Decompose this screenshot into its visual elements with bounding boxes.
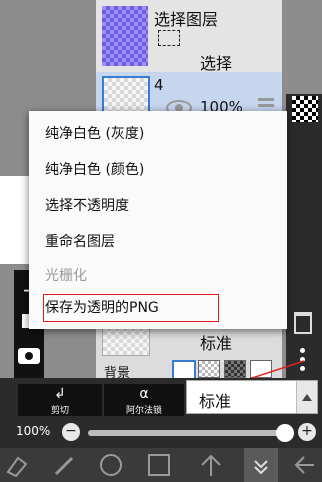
clip-arrow-icon: ↲ [54,386,66,402]
select-button[interactable]: 选择 [200,50,232,74]
blend-mode-value: 标准 [199,392,232,411]
alpha-lock-icon: α [139,386,149,402]
layer-4-name: 4 [154,76,164,94]
background-checker-swatch[interactable] [198,360,220,378]
rectangle-icon[interactable] [146,452,172,478]
menu-item-select-opacity[interactable]: 选择不透明度 [29,189,287,223]
bottom-layer-blend-mode: 标准 [200,334,233,353]
back-arrow-icon[interactable] [292,452,318,478]
opacity-label: 100% [16,424,51,438]
arrow-up-icon[interactable] [198,452,224,478]
trash-icon[interactable] [294,312,312,334]
eraser-icon[interactable] [4,452,30,478]
collapse-button[interactable] [244,448,278,482]
selection-layer-row[interactable]: 选择图层 选择 [96,0,282,73]
alpha-lock-button[interactable]: α 阿尔法锁 [104,384,184,416]
layer-context-menu: 纯净白色 (灰度) 纯净白色 (颜色) 选择不透明度 重命名图层 光栅化 保存为… [29,111,287,329]
highlight-box [43,294,219,322]
selection-marquee-icon [158,30,180,46]
background-white-swatch[interactable] [172,360,196,380]
clip-button[interactable]: ↲ 剪切 [18,384,102,416]
selection-layer-title: 选择图层 [154,10,219,29]
ellipse-icon[interactable] [98,452,124,478]
opacity-plus-button[interactable]: + [298,423,316,441]
alpha-lock-label: 阿尔法锁 [125,406,162,416]
opacity-slider-knob[interactable] [276,424,294,442]
dropdown-arrow-icon[interactable] [296,381,317,413]
blend-mode-select[interactable]: 标准 [186,380,318,414]
canvas-white-region [0,176,30,264]
menu-item-rasterize: 光栅化 [45,268,87,284]
background-dark-checker-swatch[interactable] [224,360,246,378]
brush-icon[interactable] [52,452,78,478]
clip-label: 剪切 [50,406,69,416]
transparency-checker-icon[interactable] [292,96,318,122]
menu-item-rename-layer[interactable]: 重命名图层 [29,225,287,259]
camera-icon[interactable] [18,348,40,364]
selection-layer-thumbnail [102,6,148,66]
right-layer-toolbar [286,94,322,378]
menu-item-pure-white-gray[interactable]: 纯净白色 (灰度) [29,117,287,151]
menu-item-pure-white-color[interactable]: 纯净白色 (颜色) [29,153,287,187]
chevron-down-icon [254,460,268,475]
opacity-slider-track[interactable] [88,430,286,436]
opacity-minus-button[interactable]: − [62,423,80,441]
